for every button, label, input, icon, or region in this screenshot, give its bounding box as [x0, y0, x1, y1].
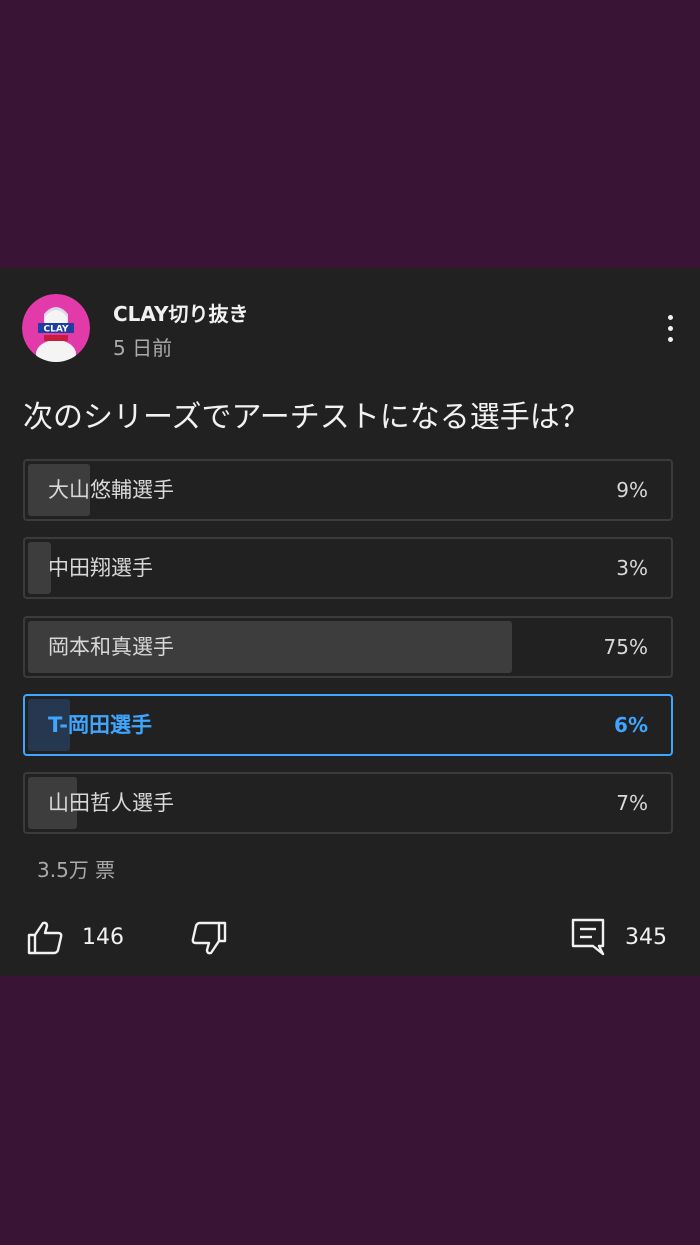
like-count: 146 — [82, 925, 124, 950]
poll-option-percent: 9% — [616, 478, 648, 502]
like-button[interactable] — [25, 918, 65, 958]
community-post-card: CLAY CLAY切り抜き 5 日前 次のシリーズでアーチストになる選手は？ 大… — [0, 268, 700, 976]
poll-option-percent: 7% — [616, 791, 648, 815]
poll-question: 次のシリーズでアーチストになる選手は？ — [23, 400, 590, 435]
svg-text:CLAY: CLAY — [44, 325, 69, 335]
more-vert-icon — [667, 314, 673, 320]
poll-option-label: 中田翔選手 — [48, 556, 153, 580]
thumbs-up-icon — [27, 921, 63, 955]
comment-icon — [571, 918, 605, 956]
dislike-button[interactable] — [189, 918, 229, 958]
vote-count: 3.5万 票 — [37, 858, 116, 882]
poll-option[interactable]: 岡本和真選手 75% — [23, 616, 673, 678]
poll-option-percent: 6% — [614, 713, 648, 737]
comments-button[interactable] — [569, 916, 609, 956]
poll-option[interactable]: 山田哲人選手 7% — [23, 772, 673, 834]
thumbs-down-icon — [191, 921, 227, 955]
poll-option-label: 岡本和真選手 — [48, 635, 174, 659]
poll-option-label: T-岡田選手 — [48, 713, 152, 737]
comment-count: 345 — [625, 925, 667, 950]
more-options-button[interactable] — [652, 308, 688, 348]
poll-option-percent: 75% — [603, 635, 648, 659]
post-time: 5 日前 — [113, 336, 173, 360]
poll-option-label: 大山悠輔選手 — [48, 478, 174, 502]
poll-option-selected[interactable]: T-岡田選手 6% — [23, 694, 673, 756]
poll-option[interactable]: 中田翔選手 3% — [23, 537, 673, 599]
poll-option-label: 山田哲人選手 — [48, 791, 174, 815]
poll-option[interactable]: 大山悠輔選手 9% — [23, 459, 673, 521]
channel-name[interactable]: CLAY切り抜き — [113, 298, 248, 327]
poll-option-percent: 3% — [616, 556, 648, 580]
channel-avatar[interactable]: CLAY — [22, 294, 90, 362]
